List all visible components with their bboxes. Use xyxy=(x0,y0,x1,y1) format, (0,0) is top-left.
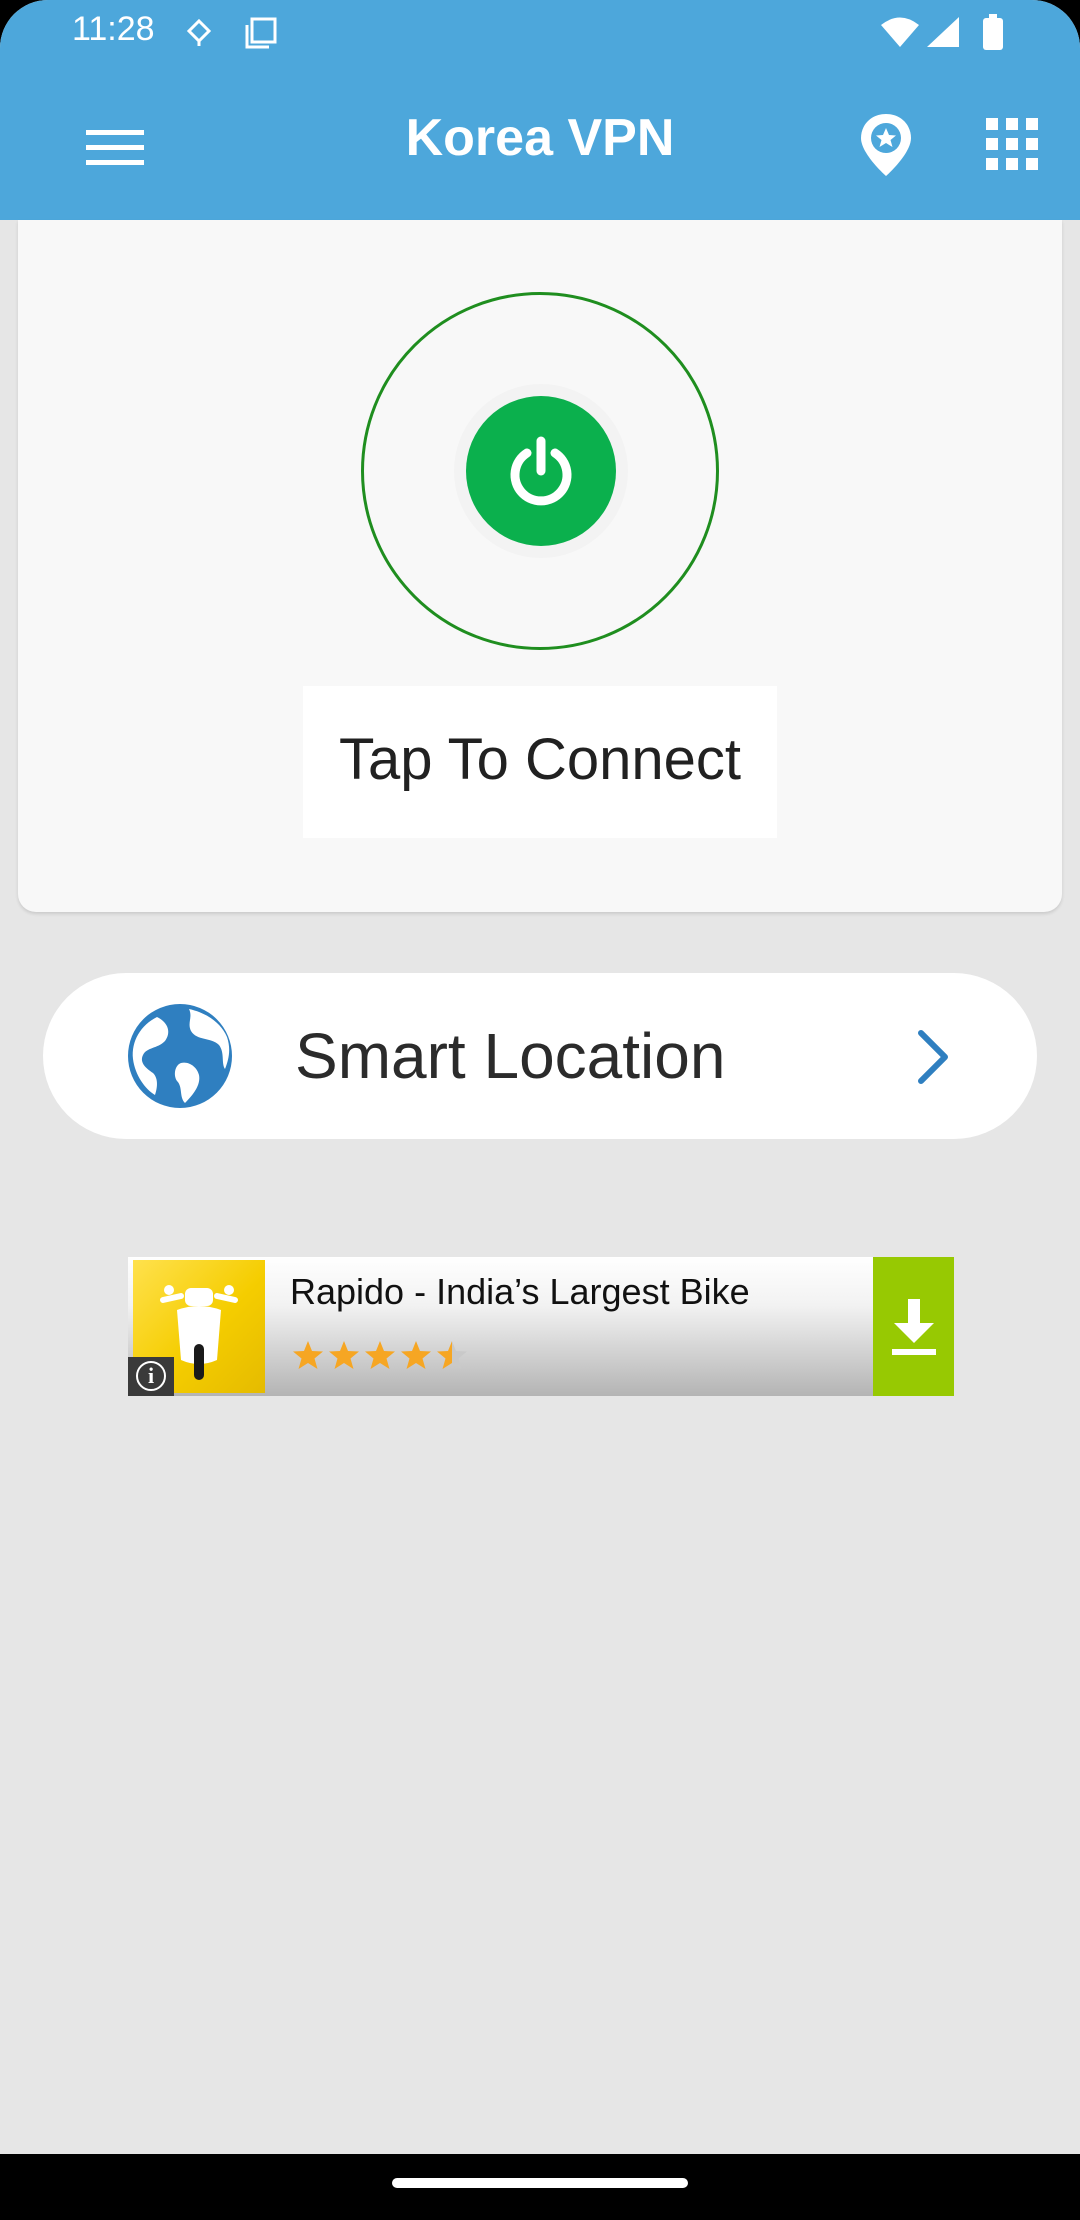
ad-download-button[interactable] xyxy=(873,1257,954,1396)
wifi-icon xyxy=(881,17,919,47)
location-pin-star-icon[interactable] xyxy=(854,110,918,186)
app-title: Korea VPN xyxy=(405,109,675,167)
power-button[interactable] xyxy=(466,396,616,546)
screen: 11:28 Korea VPN Tap To Connect Smart Loc… xyxy=(0,0,1080,2220)
ad-info-button[interactable]: i xyxy=(128,1357,174,1396)
apps-grid-icon[interactable] xyxy=(980,112,1044,176)
status-time: 11:28 xyxy=(72,10,155,48)
ad-title: Rapido - India’s Largest Bike xyxy=(290,1271,750,1312)
power-icon xyxy=(510,436,572,506)
half-star-icon xyxy=(437,1341,467,1369)
globe-icon xyxy=(128,1004,232,1108)
screenshot-status-icon xyxy=(245,17,277,49)
smart-location-button[interactable]: Smart Location xyxy=(43,973,1037,1139)
hamburger-menu-icon[interactable] xyxy=(74,116,158,180)
status-bar: 11:28 xyxy=(0,0,1080,64)
ad-banner[interactable]: i Rapido - India’s Largest Bike xyxy=(128,1257,954,1396)
home-gesture-handle[interactable] xyxy=(392,2178,688,2188)
nfc-status-icon xyxy=(186,18,212,46)
star-icon xyxy=(293,1341,323,1369)
download-icon xyxy=(892,1299,936,1355)
navigation-bar xyxy=(0,2154,1080,2220)
connect-status-box[interactable]: Tap To Connect xyxy=(303,686,777,838)
toolbar: Korea VPN xyxy=(0,64,1080,220)
chevron-right-icon xyxy=(918,1030,948,1084)
star-icon xyxy=(329,1341,359,1369)
cellular-signal-icon xyxy=(927,17,959,47)
star-icon xyxy=(365,1341,395,1369)
connect-status-text: Tap To Connect xyxy=(339,727,741,792)
info-icon: i xyxy=(136,1361,166,1391)
battery-icon xyxy=(983,14,1003,50)
ad-rating-stars xyxy=(293,1341,467,1369)
connect-card: Tap To Connect xyxy=(18,220,1062,912)
star-icon xyxy=(401,1341,431,1369)
smart-location-label: Smart Location xyxy=(295,1020,726,1092)
app-bar: 11:28 Korea VPN xyxy=(0,0,1080,220)
